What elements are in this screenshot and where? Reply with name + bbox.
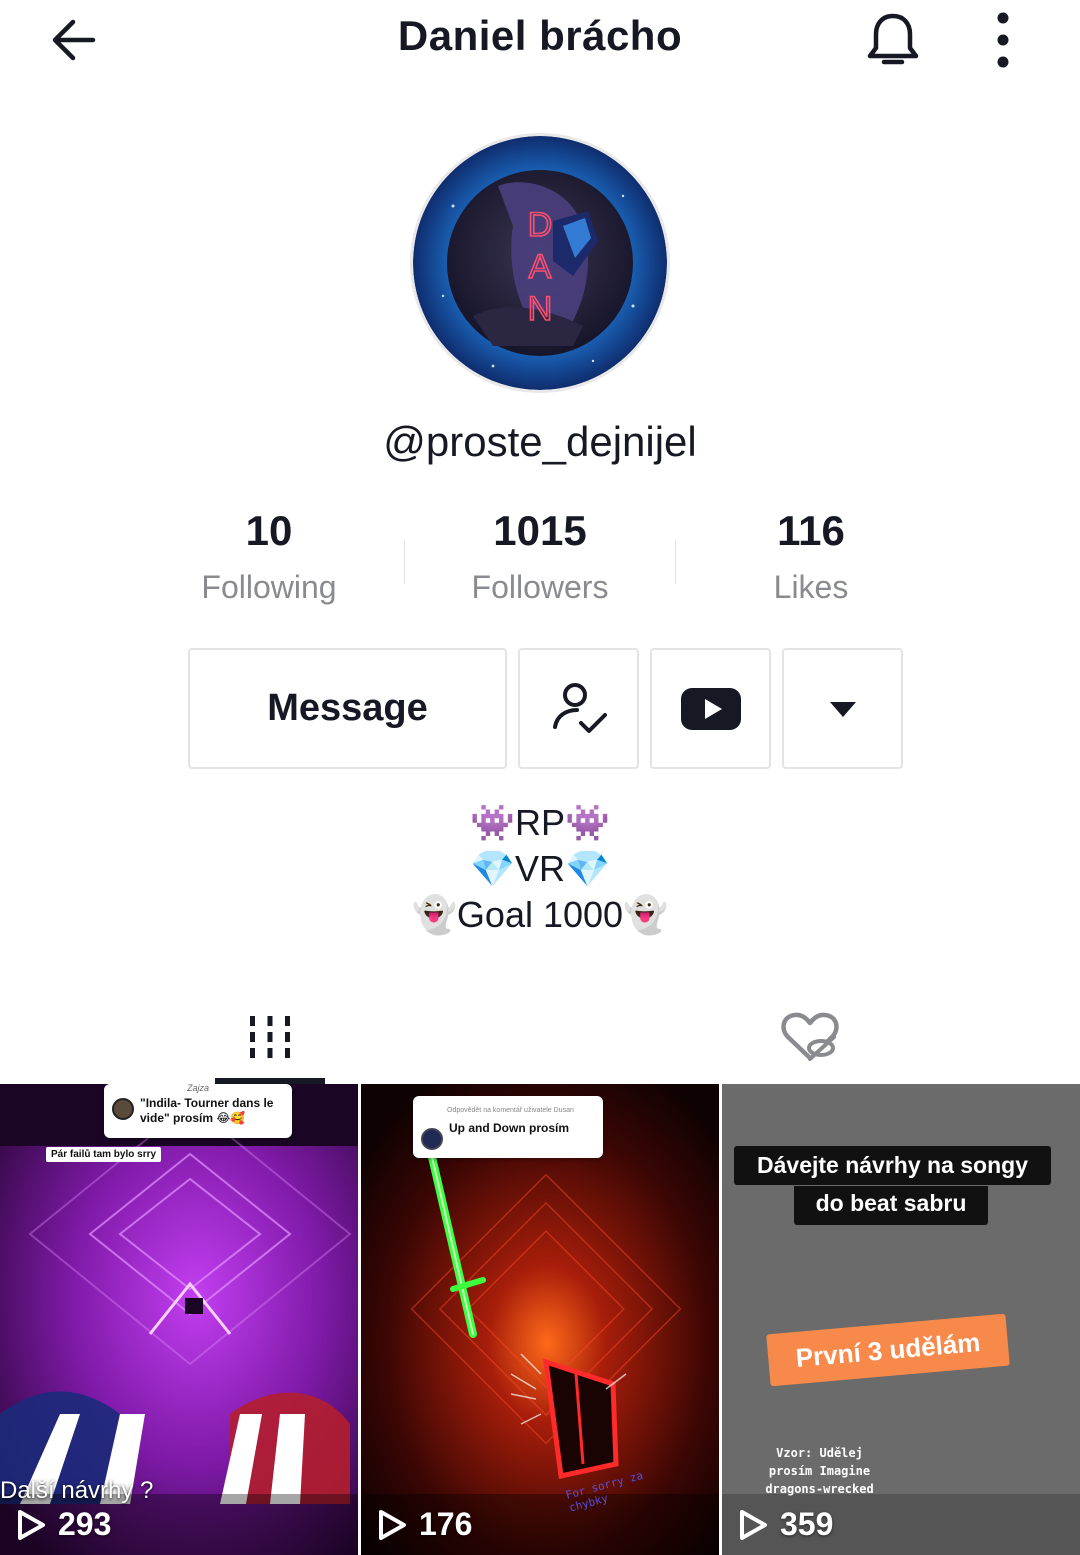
view-count: 359 bbox=[738, 1506, 833, 1543]
reply-author: Zajza bbox=[186, 1084, 209, 1093]
bio-line: 👻Goal 1000👻 bbox=[412, 894, 668, 935]
likes-label: Likes bbox=[773, 569, 849, 605]
more-vertical-icon bbox=[997, 12, 1009, 68]
user-check-icon bbox=[552, 682, 607, 733]
youtube-icon bbox=[680, 687, 741, 730]
followers-label: Followers bbox=[471, 569, 609, 605]
view-count: 176 bbox=[377, 1506, 472, 1543]
content-tabs bbox=[0, 990, 1080, 1084]
play-icon bbox=[740, 1509, 767, 1540]
likes-count: 116 bbox=[777, 507, 845, 554]
bio-line: 👾RP👾 bbox=[470, 802, 610, 843]
profile-actions: Message bbox=[0, 648, 1080, 770]
heart-hidden-icon bbox=[781, 1012, 839, 1061]
stat-followers[interactable]: 1015 Followers bbox=[405, 505, 675, 611]
following-count: 10 bbox=[245, 507, 293, 554]
grid-icon bbox=[250, 1016, 290, 1058]
video-thumbnail[interactable]: Odpovědět na komentář uživatele Dusan Up… bbox=[361, 1084, 719, 1555]
followers-count: 1015 bbox=[493, 507, 587, 554]
top-bar: Daniel brácho bbox=[0, 0, 1080, 80]
reply-comment-card: Odpovědět na komentář uživatele Dusan Up… bbox=[413, 1096, 603, 1158]
play-icon bbox=[379, 1509, 406, 1540]
youtube-button[interactable] bbox=[650, 648, 771, 769]
bio-line: 💎VR💎 bbox=[470, 848, 610, 889]
svg-text:A: A bbox=[529, 248, 552, 286]
caret-down-icon bbox=[829, 701, 856, 717]
svg-text:N: N bbox=[528, 290, 553, 328]
video-grid: Zajza "Indila- Tourner dans le vide" pro… bbox=[0, 1084, 1080, 1555]
tab-liked[interactable] bbox=[540, 990, 1080, 1084]
bell-icon bbox=[867, 13, 919, 65]
more-options-button[interactable] bbox=[980, 8, 1026, 72]
avatar[interactable]: D A N bbox=[410, 133, 670, 393]
profile-bio: 👾RP👾 💎VR💎 👻Goal 1000👻 bbox=[0, 800, 1080, 938]
view-count: 293 bbox=[16, 1506, 111, 1543]
commenter-avatar bbox=[112, 1098, 134, 1120]
username: @proste_dejnijel bbox=[383, 418, 697, 465]
view-count-value: 359 bbox=[780, 1506, 834, 1542]
view-count-value: 293 bbox=[58, 1506, 112, 1542]
video-overlay-text: Další návrhy ? bbox=[0, 1477, 154, 1504]
avatar-image: D A N bbox=[413, 136, 667, 390]
video-overlay-text: Pár failů tam bylo srry bbox=[46, 1147, 162, 1162]
following-status-button[interactable] bbox=[518, 648, 639, 769]
stat-likes: 116 Likes bbox=[676, 505, 946, 611]
reply-comment-text: Up and Down prosím bbox=[449, 1121, 569, 1135]
video-caption-line: Dávejte návrhy na songy bbox=[734, 1146, 1051, 1185]
following-label: Following bbox=[201, 569, 337, 605]
tab-videos[interactable] bbox=[0, 990, 540, 1084]
video-thumbnail[interactable]: Dávejte návrhy na songy do beat sabru Pr… bbox=[722, 1084, 1080, 1555]
reply-comment-text: "Indila- Tourner dans le vide" prosím 😂🥰 bbox=[140, 1096, 274, 1125]
video-caption-line: do beat sabru bbox=[794, 1186, 988, 1225]
suggested-accounts-button[interactable] bbox=[782, 648, 903, 769]
profile-stats: 10 Following 1015 Followers 116 Likes bbox=[0, 505, 1080, 615]
reply-comment-card: Zajza "Indila- Tourner dans le vide" pro… bbox=[104, 1084, 292, 1138]
notifications-button[interactable] bbox=[858, 8, 928, 72]
message-button[interactable]: Message bbox=[188, 648, 507, 769]
commenter-avatar bbox=[421, 1128, 443, 1150]
reply-header: Odpovědět na komentář uživatele Dusan bbox=[447, 1107, 574, 1114]
stat-following[interactable]: 10 Following bbox=[134, 505, 404, 611]
svg-text:D: D bbox=[528, 206, 553, 244]
video-note-text: Vzor: Udělej prosím Imagine dragons-wrec… bbox=[765, 1446, 874, 1496]
view-count-value: 176 bbox=[419, 1506, 473, 1542]
play-icon bbox=[18, 1509, 45, 1540]
video-thumbnail[interactable]: Zajza "Indila- Tourner dans le vide" pro… bbox=[0, 1084, 358, 1555]
